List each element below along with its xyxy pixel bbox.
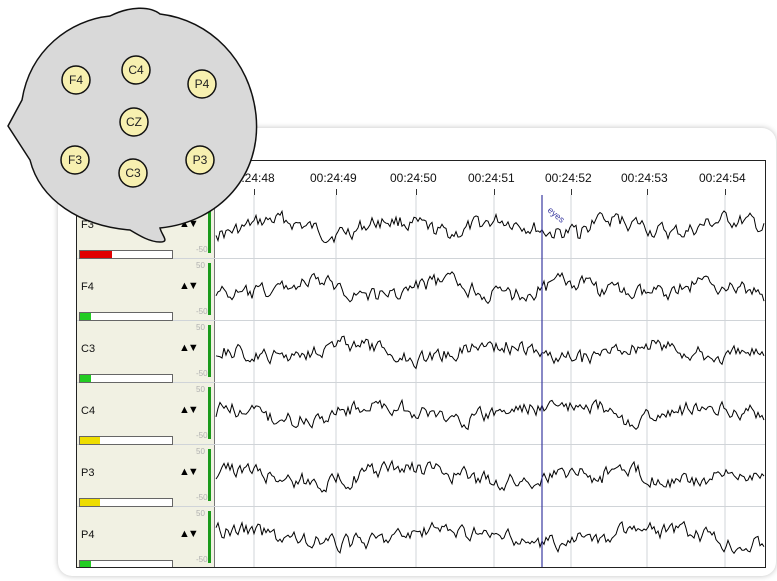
electrode-label: P3 — [193, 153, 208, 167]
eeg-trace — [215, 335, 765, 370]
eeg-trace — [215, 520, 765, 555]
electrode-label: F3 — [68, 153, 82, 167]
electrode-cz[interactable]: CZ — [119, 107, 149, 137]
electrode-label: CZ — [126, 115, 142, 129]
electrode-label: F4 — [69, 73, 83, 87]
electrode-p3[interactable]: P3 — [185, 145, 215, 175]
electrode-label: P4 — [195, 77, 210, 91]
electrode-f3[interactable]: F3 — [60, 145, 90, 175]
electrode-label: C3 — [125, 166, 141, 180]
eeg-trace — [215, 459, 765, 493]
electrode-c4[interactable]: C4 — [121, 55, 151, 85]
electrode-c3[interactable]: C3 — [118, 158, 148, 188]
electrode-head-map: F4 C4 P4 CZ F3 C3 P3 — [7, 7, 258, 243]
event-marker-label: eyes — [546, 205, 567, 225]
eeg-trace — [215, 271, 765, 305]
electrode-f4[interactable]: F4 — [61, 65, 91, 95]
eeg-trace — [215, 398, 765, 431]
electrode-p4[interactable]: P4 — [187, 69, 217, 99]
eeg-trace — [215, 209, 765, 244]
electrode-label: C4 — [128, 63, 144, 77]
